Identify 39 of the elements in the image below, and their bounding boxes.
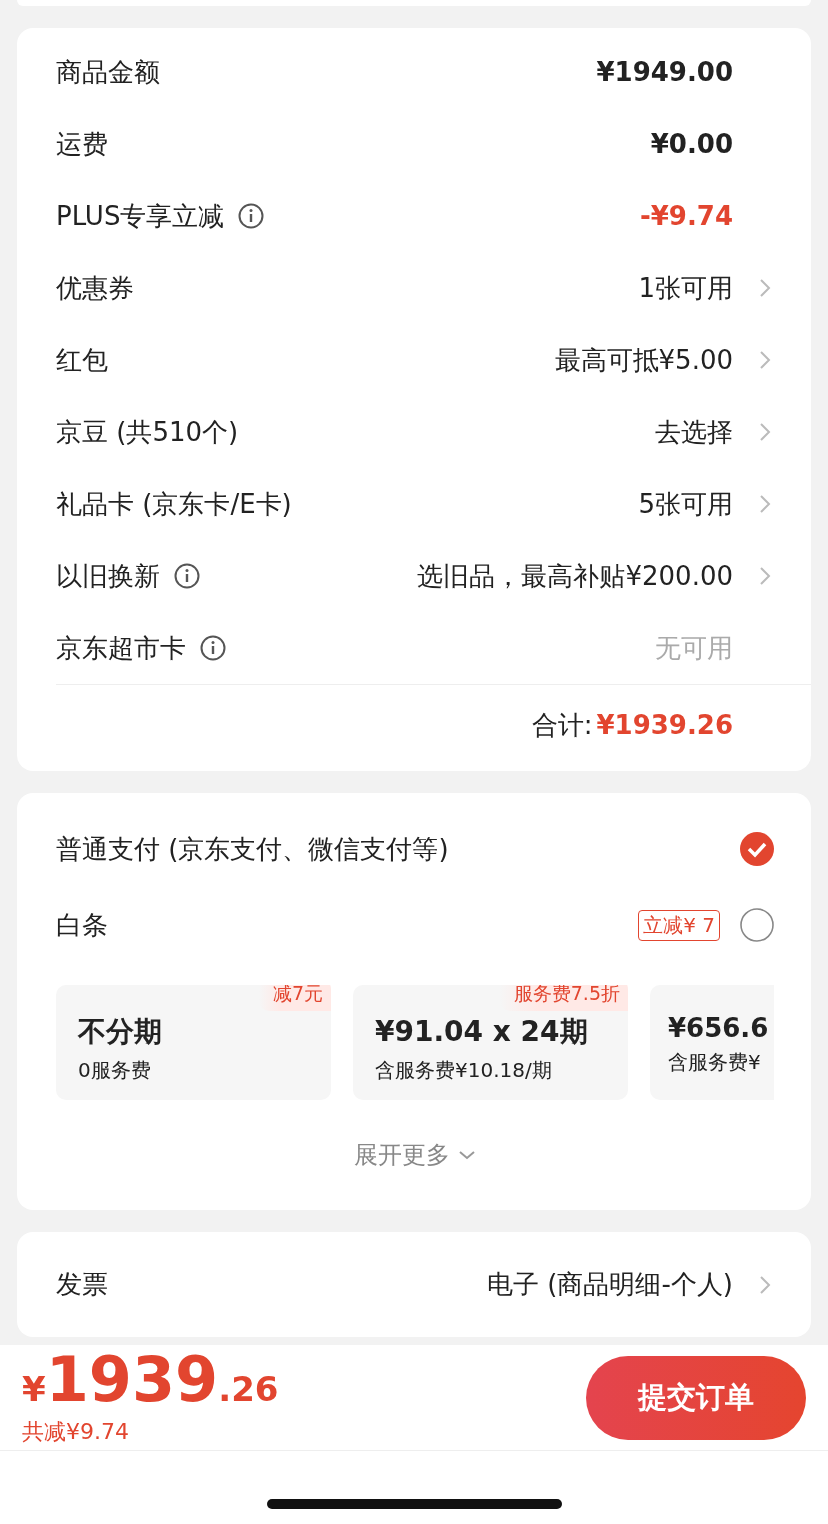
- row-value: ¥0.00: [650, 129, 733, 159]
- info-icon[interactable]: [200, 635, 226, 661]
- row-label: PLUS专享立减: [56, 199, 225, 233]
- row-label: 优惠券: [56, 271, 134, 305]
- row-value: 无可用: [655, 631, 733, 665]
- expand-more-link[interactable]: 展开更多: [354, 1139, 450, 1171]
- row-label: 商品金额: [56, 55, 160, 89]
- chevron-down-icon: [458, 1150, 476, 1160]
- discount-badge: 立减¥ 7: [638, 909, 720, 941]
- total-price: ¥1939.26: [22, 1348, 279, 1411]
- row-label: 红包: [56, 343, 108, 377]
- row-label: 以旧换新: [56, 559, 160, 593]
- row-label: 京豆 (共510个): [56, 415, 239, 449]
- installment-option[interactable]: ¥656.6 含服务费¥: [650, 985, 775, 1100]
- saving-amount: 共减¥9.74: [22, 1417, 130, 1446]
- total-label: 合计:: [531, 708, 593, 742]
- chevron-right-icon: [759, 1274, 771, 1295]
- submit-order-button[interactable]: 提交订单: [586, 1355, 806, 1440]
- row-label: 京东超市卡: [56, 631, 186, 665]
- row-value[interactable]: 最高可抵¥5.00: [554, 342, 733, 378]
- row-value[interactable]: 选旧品，最高补贴¥200.00: [417, 558, 733, 594]
- installment-option[interactable]: 服务费7.5折 ¥91.04 x 24期 含服务费¥10.18/期: [353, 985, 628, 1100]
- payment-option-label[interactable]: 普通支付 (京东支付、微信支付等): [56, 831, 722, 867]
- installment-option[interactable]: 减7元 不分期 0服务费: [56, 985, 331, 1100]
- payment-option-label[interactable]: 白条: [56, 907, 621, 943]
- radio-checked-icon[interactable]: [740, 832, 774, 866]
- info-icon[interactable]: [174, 563, 200, 589]
- info-icon[interactable]: [238, 203, 265, 229]
- row-label: 运费: [56, 127, 108, 161]
- invoice-label: 发票: [56, 1268, 109, 1301]
- total-amount: ¥1939.26: [596, 710, 733, 740]
- radio-icon[interactable]: [740, 908, 774, 942]
- invoice-value[interactable]: 电子 (商品明细-个人): [487, 1267, 733, 1302]
- row-value: ¥1949.00: [596, 57, 733, 87]
- row-value[interactable]: 5张可用: [638, 486, 733, 522]
- row-value[interactable]: 去选择: [655, 414, 733, 450]
- row-value: -¥9.74: [639, 201, 733, 231]
- row-value[interactable]: 1张可用: [638, 270, 733, 306]
- row-label: 礼品卡 (京东卡/E卡): [56, 487, 292, 521]
